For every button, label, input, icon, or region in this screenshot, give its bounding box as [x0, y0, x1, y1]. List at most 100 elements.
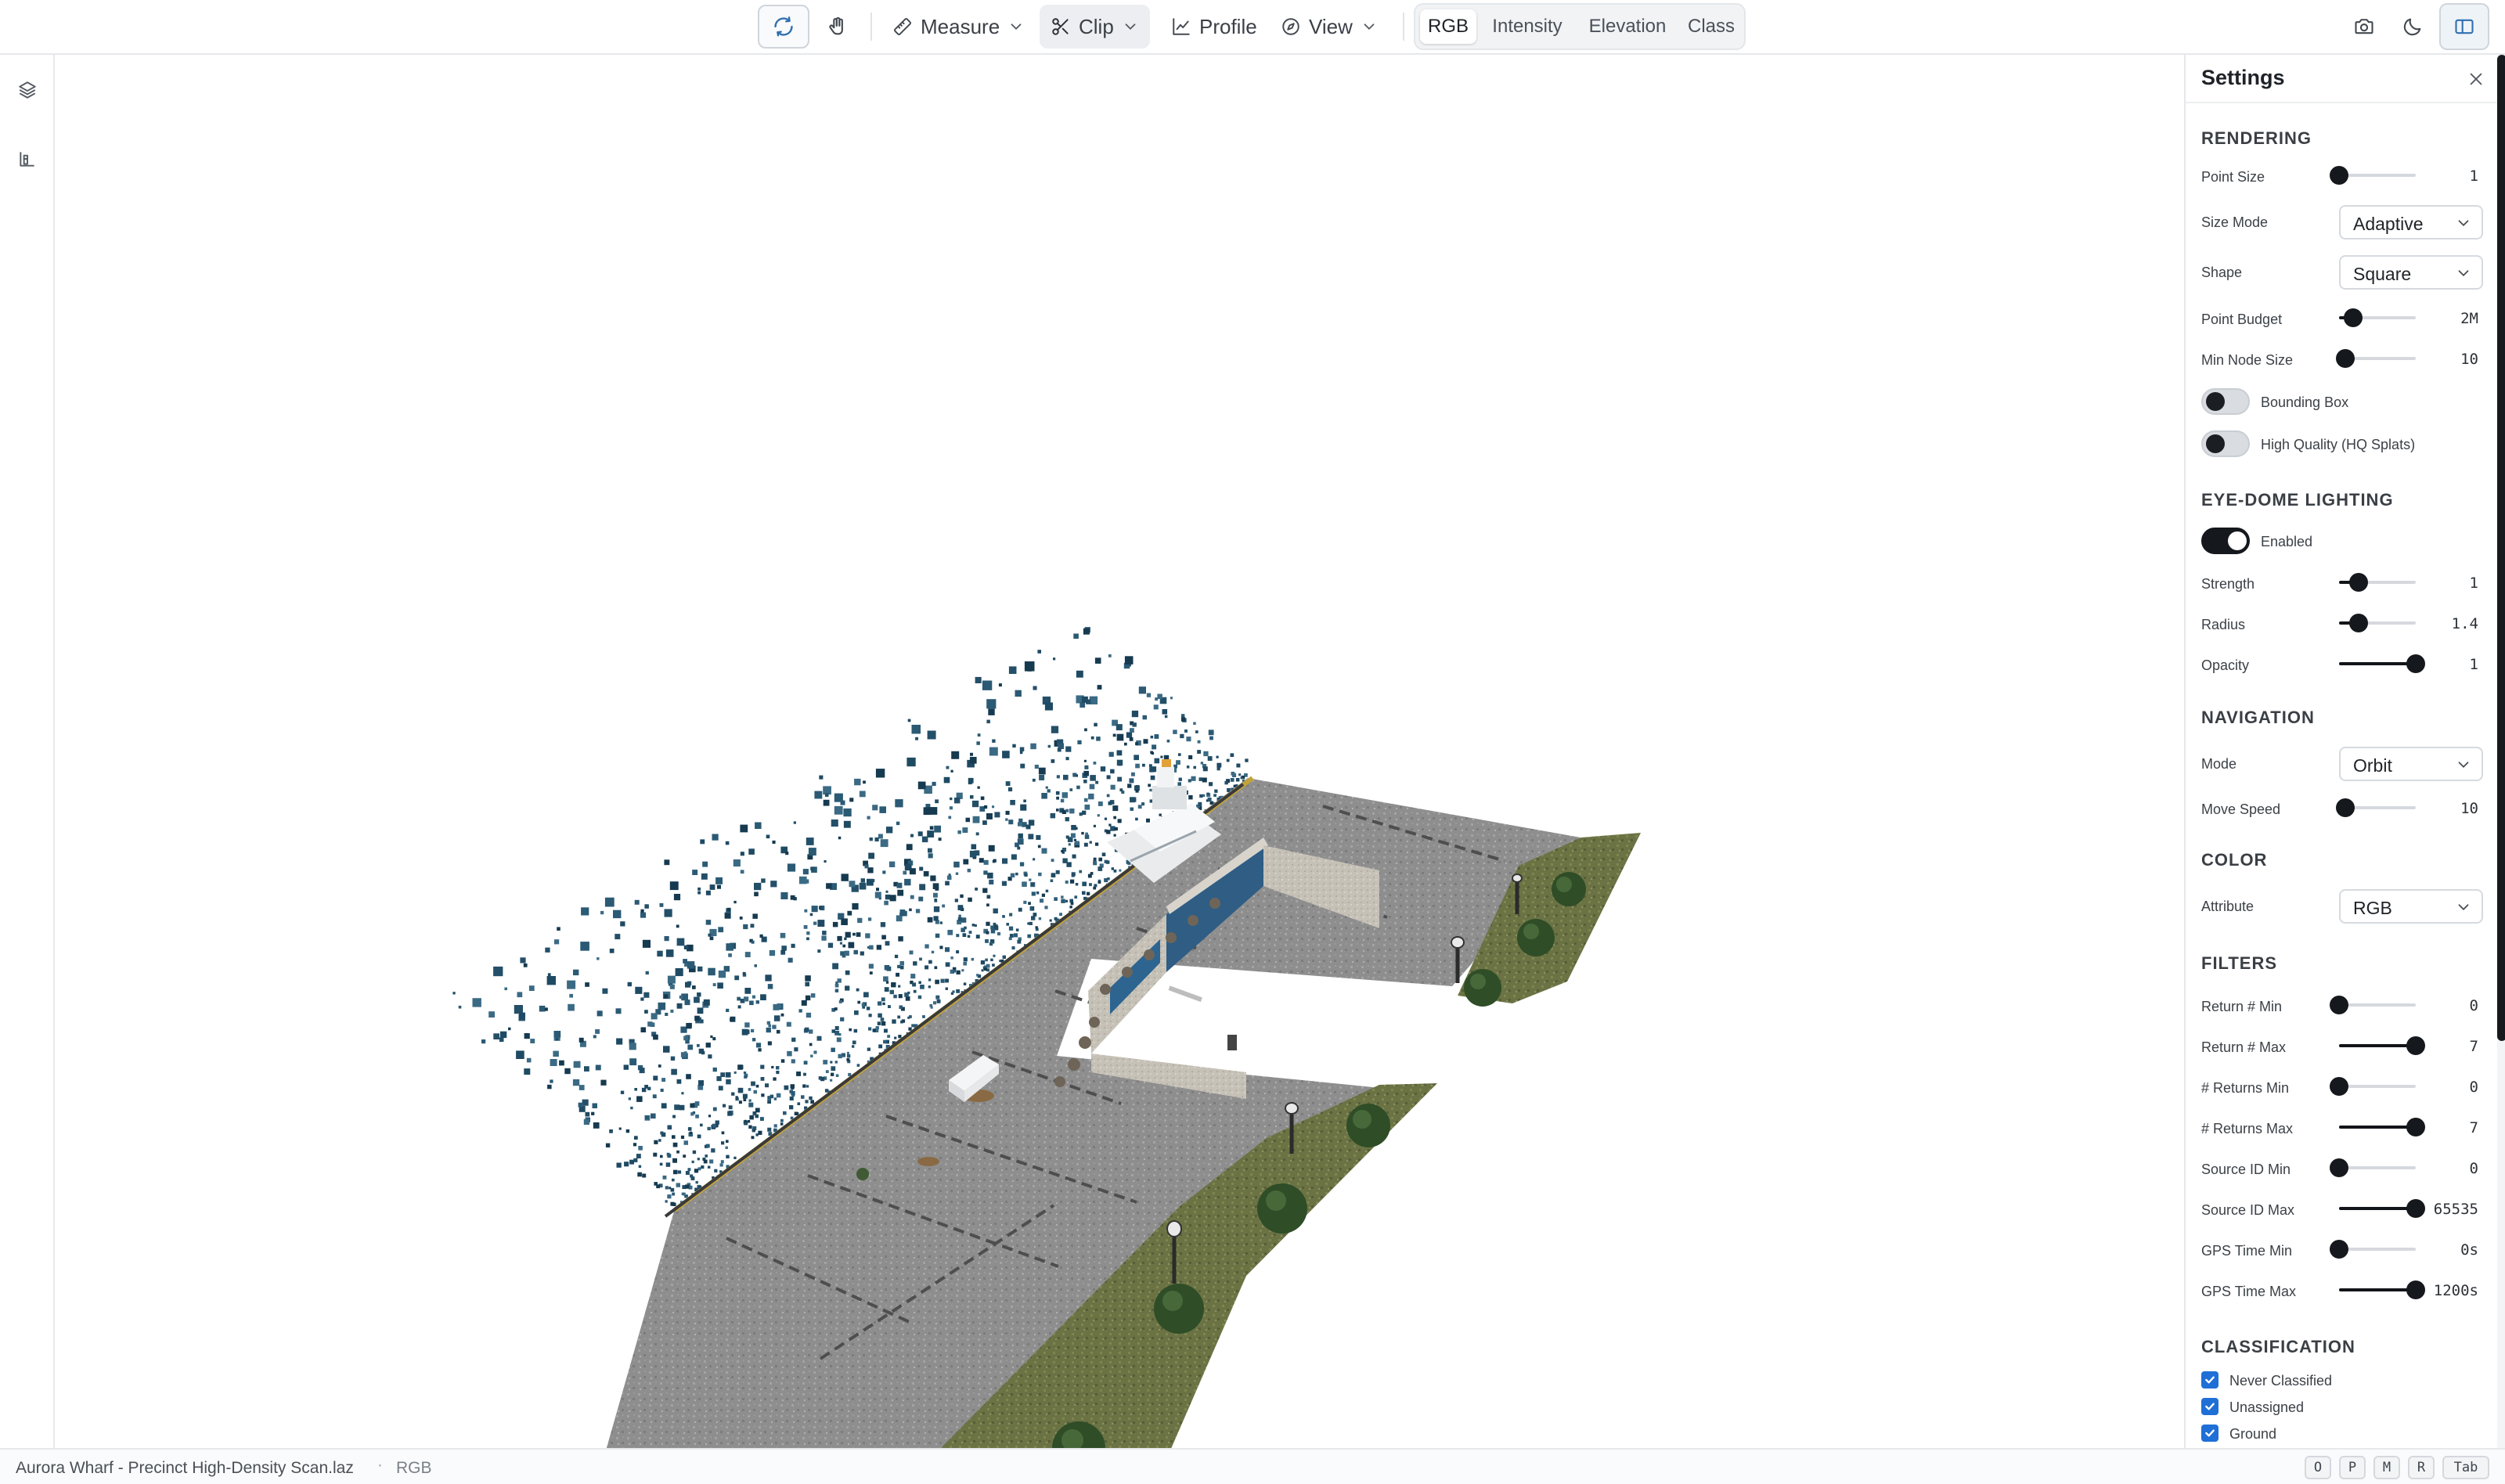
- strength-slider[interactable]: [2339, 571, 2416, 593]
- check-icon: [2205, 1403, 2215, 1410]
- ground-checkbox[interactable]: [2201, 1425, 2218, 1442]
- point-cloud-viewport[interactable]: [56, 55, 2184, 1448]
- settings-header: Settings: [2186, 55, 2505, 103]
- status-filename: Aurora Wharf - Precinct High-Density Sca…: [16, 1459, 354, 1477]
- chevron-down-icon: [1011, 23, 1022, 31]
- radius-label: Radius: [2201, 617, 2246, 632]
- unassigned-checkbox[interactable]: [2201, 1398, 2218, 1415]
- gps-time-min-label: GPS Time Min: [2201, 1243, 2293, 1259]
- opacity-value: 1: [2469, 656, 2478, 673]
- nav-mode-label: Mode: [2201, 756, 2237, 772]
- gps-time-max-slider[interactable]: [2339, 1279, 2425, 1301]
- settings-scrollbar-thumb[interactable]: [2497, 55, 2505, 1041]
- chart-icon: [20, 152, 34, 167]
- return-max-slider[interactable]: [2339, 1035, 2425, 1057]
- shortcut-key-o: O: [2305, 1456, 2331, 1479]
- nav-mode-value: Orbit: [2353, 755, 2392, 776]
- screenshot-button[interactable]: [2347, 9, 2381, 44]
- source-id-max-label: Source ID Max: [2201, 1202, 2295, 1218]
- color-mode-class[interactable]: Class: [1681, 9, 1741, 44]
- color-attribute-select[interactable]: RGB: [2339, 889, 2483, 924]
- source-id-min-label: Source ID Min: [2201, 1162, 2291, 1177]
- point-cloud-scene[interactable]: [56, 55, 2184, 1448]
- orbit-refresh-button[interactable]: [758, 5, 809, 49]
- source-id-max-value: 65535: [2433, 1201, 2478, 1218]
- ruler-icon: [893, 17, 912, 36]
- clip-button[interactable]: Clip: [1040, 5, 1150, 49]
- check-icon: [2205, 1429, 2215, 1437]
- pan-button[interactable]: [816, 5, 860, 49]
- size-mode-select[interactable]: Adaptive: [2339, 205, 2483, 240]
- shortcut-key-r: R: [2408, 1456, 2435, 1479]
- returns-max-slider[interactable]: [2339, 1116, 2425, 1138]
- shrub: [856, 1168, 869, 1180]
- returns-min-slider[interactable]: [2330, 1075, 2416, 1097]
- panel-toggle-button[interactable]: [2439, 3, 2489, 50]
- radius-slider[interactable]: [2339, 612, 2416, 634]
- stats-button[interactable]: [11, 142, 44, 175]
- returns-max-value: 7: [2469, 1119, 2478, 1136]
- opacity-label: Opacity: [2201, 657, 2250, 673]
- chart-line-icon: [1173, 18, 1190, 35]
- status-bar: Aurora Wharf - Precinct High-Density Sca…: [0, 1448, 2505, 1484]
- top-toolbar: Measure Clip Profile View RGB Intensity …: [0, 0, 2505, 55]
- strength-value: 1: [2469, 575, 2478, 592]
- bounding-box-toggle[interactable]: [2201, 388, 2250, 415]
- settings-scrollbar[interactable]: [2497, 55, 2505, 1448]
- color-mode-rgb[interactable]: RGB: [1420, 9, 1476, 44]
- unassigned-label: Unassigned: [2229, 1399, 2305, 1415]
- shape-select[interactable]: Square: [2339, 255, 2483, 290]
- section-eye-dome-lighting: EYE-DOME LIGHTING: [2201, 490, 2394, 510]
- close-icon: [2470, 73, 2482, 85]
- chevron-down-icon: [1364, 23, 1375, 31]
- profile-button[interactable]: Profile: [1160, 5, 1268, 49]
- edl-enabled-label: Enabled: [2261, 534, 2313, 549]
- toolbar-divider: [1403, 13, 1404, 41]
- edl-enabled-toggle[interactable]: [2201, 528, 2250, 554]
- returns-max-label: # Returns Max: [2201, 1121, 2294, 1136]
- point-size-value: 1: [2469, 167, 2478, 185]
- section-filters: FILTERS: [2201, 953, 2278, 973]
- min-node-size-slider[interactable]: [2335, 348, 2416, 369]
- camera-icon: [2355, 19, 2373, 34]
- point-budget-slider[interactable]: [2339, 307, 2416, 329]
- never-classified-checkbox[interactable]: [2201, 1371, 2218, 1389]
- move-speed-slider[interactable]: [2335, 797, 2416, 819]
- nav-mode-select[interactable]: Orbit: [2339, 747, 2483, 781]
- section-classification: CLASSIFICATION: [2201, 1337, 2355, 1356]
- source-id-max-slider[interactable]: [2339, 1198, 2425, 1219]
- close-settings-button[interactable]: [2463, 66, 2489, 92]
- return-min-value: 0: [2469, 997, 2478, 1014]
- point-size-slider[interactable]: [2330, 164, 2416, 186]
- color-mode-intensity[interactable]: Intensity: [1481, 9, 1573, 44]
- color-mode-elevation[interactable]: Elevation: [1578, 9, 1677, 44]
- status-color-mode: RGB: [396, 1459, 432, 1477]
- shape-label: Shape: [2201, 265, 2243, 280]
- min-node-size-value: 10: [2460, 351, 2478, 368]
- return-max-label: Return # Max: [2201, 1039, 2287, 1055]
- source-id-min-slider[interactable]: [2330, 1157, 2416, 1179]
- bounding-box-label: Bounding Box: [2261, 394, 2349, 410]
- color-mode-segmented-control: RGB Intensity Elevation Class: [1414, 3, 1746, 50]
- return-max-value: 7: [2469, 1038, 2478, 1055]
- section-color: COLOR: [2201, 850, 2268, 870]
- point-budget-value: 2M: [2460, 310, 2478, 327]
- profile-label: Profile: [1199, 14, 1257, 38]
- check-icon: [2205, 1376, 2215, 1384]
- opacity-slider[interactable]: [2339, 653, 2425, 675]
- layers-button[interactable]: [11, 74, 44, 106]
- shortcut-key-p: P: [2339, 1456, 2366, 1479]
- hq-splats-toggle[interactable]: [2201, 430, 2250, 457]
- section-navigation: NAVIGATION: [2201, 708, 2315, 727]
- move-speed-label: Move Speed: [2201, 801, 2281, 817]
- misc-fixtures: [1168, 985, 1237, 1050]
- theme-toggle-button[interactable]: [2395, 9, 2430, 44]
- gps-time-max-value: 1200s: [2433, 1282, 2478, 1299]
- gps-time-min-value: 0s: [2460, 1241, 2478, 1259]
- section-rendering: RENDERING: [2201, 128, 2312, 148]
- left-rail: [0, 55, 55, 1448]
- gps-time-min-slider[interactable]: [2330, 1238, 2416, 1260]
- view-button[interactable]: View: [1270, 5, 1389, 49]
- measure-button[interactable]: Measure: [881, 5, 1036, 49]
- return-min-slider[interactable]: [2330, 994, 2416, 1016]
